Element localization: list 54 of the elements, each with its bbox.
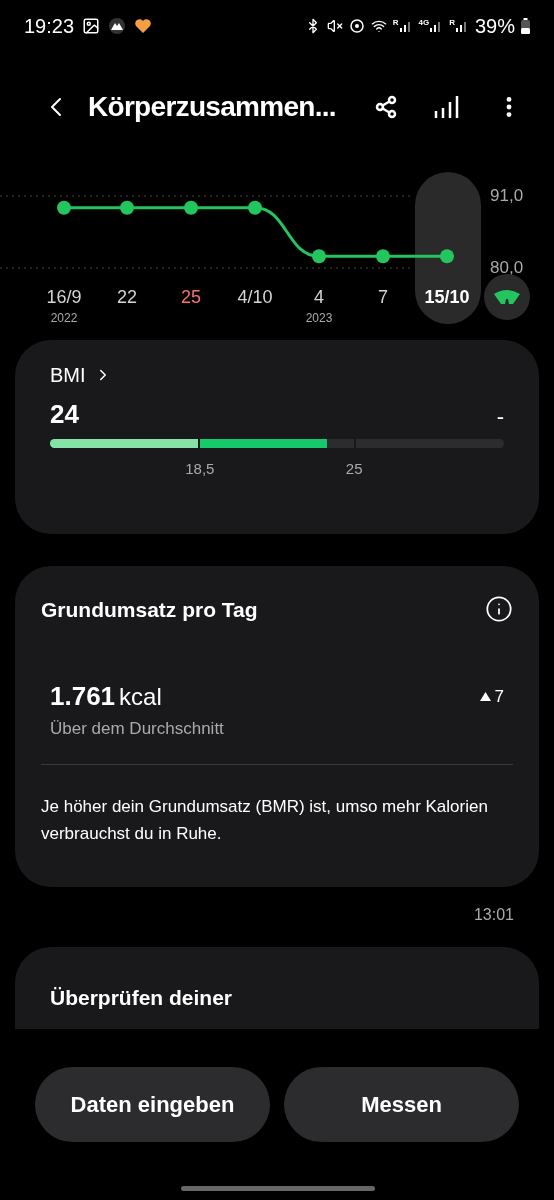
image-icon [82, 17, 101, 35]
network-label: R [449, 19, 455, 27]
year-label: 2022 [50, 312, 78, 324]
scale-icon[interactable] [493, 289, 521, 305]
bmi-trend: - [496, 403, 504, 431]
wifi-icon [370, 18, 387, 34]
y-axis-label: 80,0 [490, 259, 524, 276]
network-label: R [392, 19, 399, 27]
bmi-marker-label: 18,5 [185, 458, 215, 479]
timestamp: 13:01 [473, 904, 514, 925]
data-point [184, 200, 198, 215]
page-title: Körperzusammen... [88, 90, 337, 124]
share-button[interactable] [374, 95, 398, 119]
chart-view-button[interactable] [434, 94, 460, 120]
y-axis-label: 91,0 [490, 187, 524, 204]
check-title: Überprüfen deiner [50, 984, 234, 1011]
date-label[interactable]: 4 [314, 288, 324, 306]
battery-percent: 39% [474, 14, 515, 39]
mountain-icon [108, 17, 127, 35]
data-point [312, 249, 326, 264]
action-button[interactable]: Messen [284, 1066, 519, 1142]
heart-icon [134, 18, 153, 34]
action-button[interactable]: Daten eingeben [35, 1066, 270, 1142]
bmr-value: 1.761 [50, 680, 116, 713]
data-point [57, 200, 71, 215]
bmr-title: Grundumsatz pro Tag [41, 596, 258, 623]
date-label[interactable]: 15/10 [424, 288, 470, 306]
scale-button[interactable] [484, 274, 530, 320]
year-label: 2023 [305, 312, 333, 324]
data-point [440, 249, 454, 264]
date-label[interactable]: 22 [117, 288, 137, 306]
network-label: 4G [418, 19, 430, 27]
signal-icon [454, 19, 469, 33]
bmr-unit: kcal [119, 682, 162, 712]
data-point [248, 200, 262, 215]
up-triangle-icon [479, 692, 491, 701]
clock: 19:23 [24, 14, 75, 39]
date-label[interactable]: 7 [378, 288, 388, 306]
info-icon[interactable] [485, 595, 513, 624]
data-point [120, 200, 134, 215]
date-label[interactable]: 4/10 [237, 288, 273, 306]
bmi-link[interactable]: BMI [50, 360, 112, 390]
hotspot-icon [348, 18, 365, 34]
date-label[interactable]: 25 [181, 288, 201, 306]
mute-icon [326, 18, 343, 34]
bmr-status: Über dem Durchschnitt [49, 718, 225, 740]
signal-icon [398, 19, 413, 33]
battery-icon [521, 18, 530, 34]
data-point [376, 249, 390, 264]
date-label[interactable]: 16/9 [46, 288, 82, 306]
bmr-change: 7 [494, 685, 504, 708]
bmi-value: 24 [50, 398, 79, 431]
bmi-marker-label: 25 [345, 458, 363, 479]
bmr-description: Je höher dein Grundumsatz (BMR) ist, umso mehr Kalorien verbrauchst du in Ruhe. [41, 795, 489, 845]
